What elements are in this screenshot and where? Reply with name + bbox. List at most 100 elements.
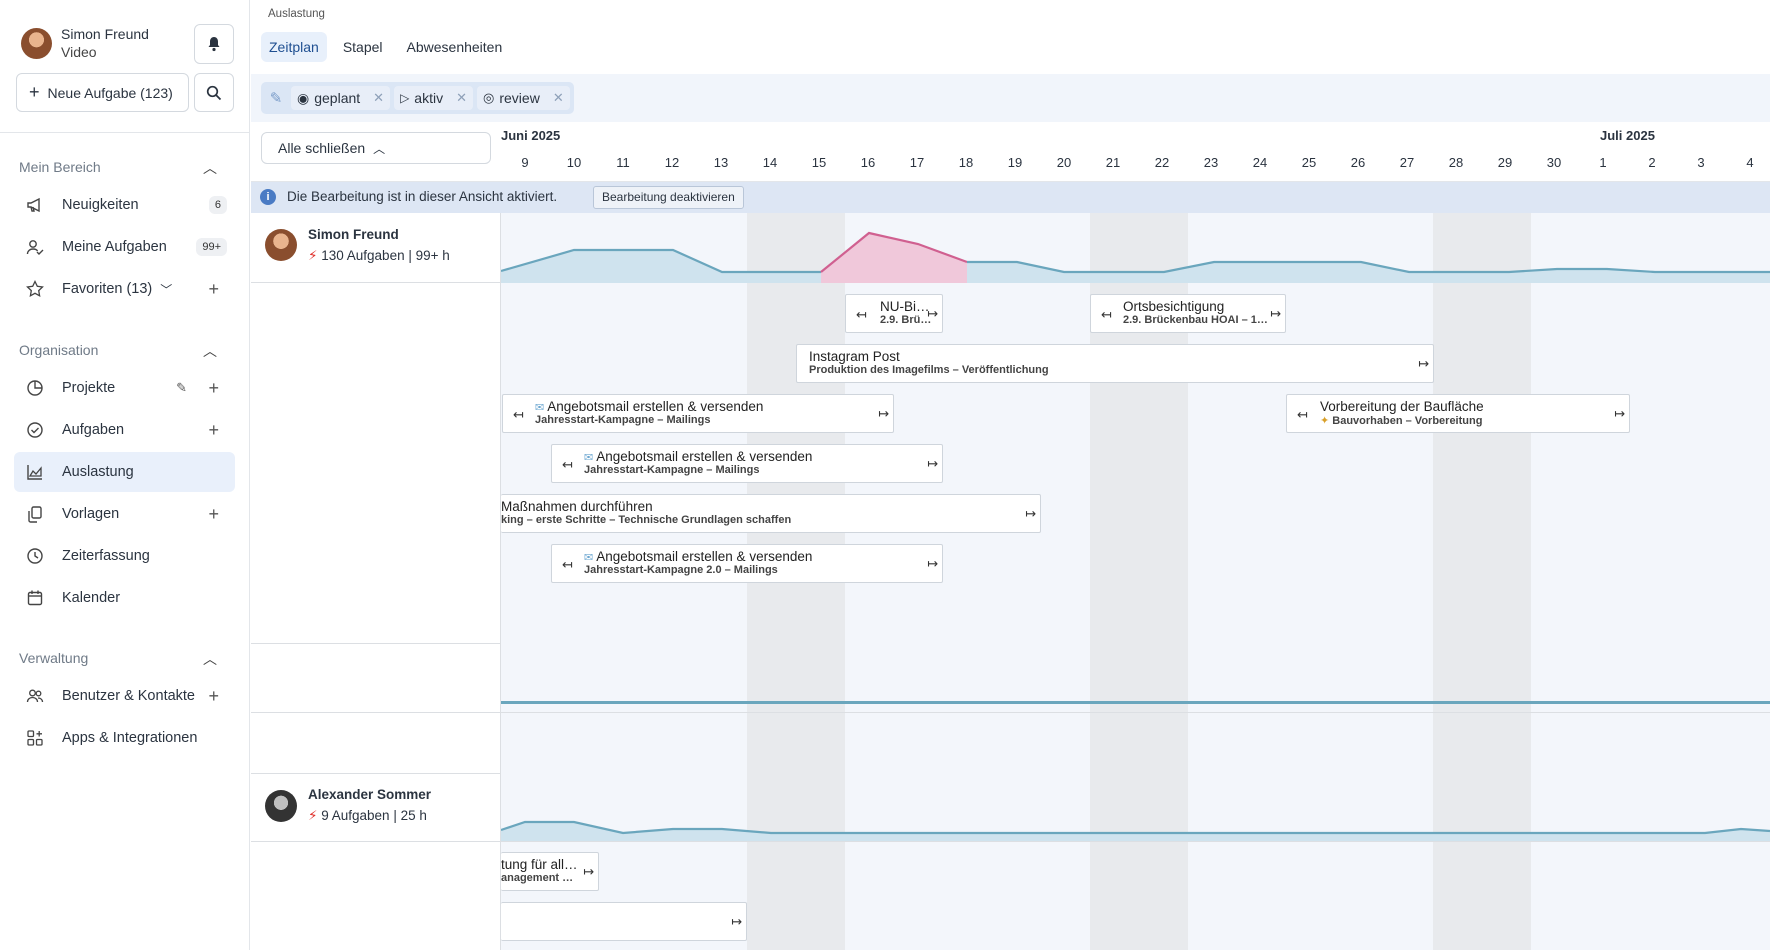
task-bar[interactable]: ↤ NU-Bi… 2.9. Brü… ↦	[845, 294, 943, 333]
person-avatar	[265, 790, 297, 822]
nav-aufgaben[interactable]: Aufgaben +	[14, 410, 235, 450]
chevron-up-icon[interactable]: ︿	[203, 341, 217, 361]
day-label: 13	[713, 155, 729, 170]
nav-benutzer-kontakte[interactable]: Benutzer & Kontakte +	[14, 676, 235, 716]
drag-right-handle-icon[interactable]: ↦	[731, 914, 742, 930]
nav-zeiterfassung[interactable]: Zeiterfassung	[14, 536, 235, 576]
user-role: Video	[61, 44, 97, 60]
row-divider	[251, 643, 501, 644]
add-user-plus-icon[interactable]: +	[208, 686, 219, 707]
drag-right-handle-icon[interactable]: ↦	[1025, 506, 1036, 522]
workload-line-empty	[501, 701, 1770, 704]
close-icon[interactable]: ✕	[373, 90, 384, 106]
month-label-june: Juni 2025	[501, 128, 561, 143]
user-avatar[interactable]	[21, 28, 52, 59]
day-label: 21	[1105, 155, 1121, 170]
star-icon	[24, 278, 46, 300]
person-name[interactable]: Alexander Sommer	[308, 787, 431, 802]
tab-abwesenheiten[interactable]: Abwesenheiten	[399, 32, 511, 62]
nav-meine-aufgaben[interactable]: Meine Aufgaben 99+	[14, 227, 235, 267]
notifications-button[interactable]	[194, 24, 234, 64]
nav-projekte[interactable]: Projekte ✎ +	[14, 368, 235, 408]
day-label: 9	[521, 155, 529, 170]
my-tasks-count-badge: 99+	[196, 238, 227, 256]
row-divider	[251, 773, 501, 774]
clock-icon	[24, 545, 46, 567]
nav-kalender[interactable]: Kalender	[14, 578, 235, 618]
task-bar[interactable]: ↦	[501, 902, 747, 941]
calendar-icon	[24, 587, 46, 609]
chevron-down-icon[interactable]: ﹀	[160, 281, 172, 298]
task-bar[interactable]: Instagram Post Produktion des Imagefilms…	[796, 344, 1434, 383]
task-bar[interactable]: ↤ Ortsbesichtigung 2.9. Brückenbau HOAI …	[1090, 294, 1286, 333]
drag-left-handle-icon[interactable]: ↤	[562, 457, 573, 473]
task-subtitle-text: Bauvorhaben – Vorbereitung	[1332, 415, 1483, 427]
task-subtitle: Jahresstart-Kampagne – Mailings	[584, 464, 760, 476]
filter-chip-aktiv[interactable]: ▷ aktiv ✕	[394, 86, 473, 110]
collapse-all-button[interactable]: Alle schließen ︿	[261, 132, 491, 164]
task-title: Instagram Post	[809, 349, 900, 364]
drag-left-handle-icon[interactable]: ↤	[513, 407, 524, 423]
nav-vorlagen[interactable]: Vorlagen +	[14, 494, 235, 534]
tab-zeitplan[interactable]: Zeitplan	[261, 32, 327, 62]
nav-label: Benutzer & Kontakte	[62, 688, 195, 704]
new-task-button[interactable]: + Neue Aufgabe (123)	[16, 73, 189, 112]
task-bar[interactable]: Maßnahmen durchführen king – erste Schri…	[501, 494, 1041, 533]
nav-label: Aufgaben	[62, 422, 125, 438]
nav-auslastung[interactable]: Auslastung	[14, 452, 235, 492]
task-subtitle: Jahresstart-Kampagne – Mailings	[535, 414, 711, 426]
magic-wand-icon[interactable]: ✎	[176, 380, 187, 396]
filter-chip-geplant[interactable]: ◉ geplant ✕	[291, 86, 391, 110]
add-task-plus-icon[interactable]: +	[208, 420, 219, 441]
nav-favoriten[interactable]: Favoriten (13) ﹀ +	[14, 269, 235, 309]
close-icon[interactable]: ✕	[456, 90, 467, 106]
drag-left-handle-icon[interactable]: ↤	[856, 307, 867, 323]
add-template-plus-icon[interactable]: +	[208, 504, 219, 525]
drag-right-handle-icon[interactable]: ↦	[1614, 406, 1625, 422]
task-title-text: Angebotsmail erstellen & versenden	[547, 399, 764, 414]
pie-chart-icon	[24, 377, 46, 399]
user-check-icon	[24, 236, 46, 258]
nav-apps-integrationen[interactable]: Apps & Integrationen	[14, 718, 235, 758]
drag-left-handle-icon[interactable]: ↤	[1101, 307, 1112, 323]
close-icon[interactable]: ✕	[553, 90, 564, 106]
drag-right-handle-icon[interactable]: ↦	[927, 306, 938, 322]
drag-right-handle-icon[interactable]: ↦	[927, 456, 938, 472]
drag-right-handle-icon[interactable]: ↦	[927, 556, 938, 572]
task-bar[interactable]: tung für all… anagement … ↦	[501, 852, 599, 891]
drag-left-handle-icon[interactable]: ↤	[562, 557, 573, 573]
eye-icon: ◎	[483, 90, 495, 105]
add-project-plus-icon[interactable]: +	[208, 378, 219, 399]
tab-stapel[interactable]: Stapel	[335, 32, 391, 62]
filter-chip-review[interactable]: ◎ review ✕	[477, 86, 570, 110]
plus-icon: +	[29, 82, 40, 102]
day-label: 3	[1697, 155, 1705, 170]
task-title: tung für all…	[501, 857, 578, 872]
bolt-icon: ⚡	[308, 808, 318, 823]
chevron-up-icon[interactable]: ︿	[203, 649, 217, 669]
chevron-up-icon[interactable]: ︿	[203, 158, 217, 178]
nav-neuigkeiten[interactable]: Neuigkeiten 6	[14, 185, 235, 225]
day-label: 16	[860, 155, 876, 170]
drag-left-handle-icon[interactable]: ↤	[1297, 407, 1308, 423]
person-name[interactable]: Simon Freund	[308, 227, 399, 242]
task-bar[interactable]: ↤ ✉ Angebotsmail erstellen & versenden J…	[551, 544, 943, 583]
search-button[interactable]	[194, 73, 234, 112]
task-title: ✉ Angebotsmail erstellen & versenden	[584, 549, 812, 564]
task-bar[interactable]: ↤ Vorbereitung der Baufläche ✦ Bauvorhab…	[1286, 394, 1630, 433]
task-title: Maßnahmen durchführen	[501, 499, 653, 514]
user-name: Simon Freund	[61, 26, 149, 42]
add-favorite-plus-icon[interactable]: +	[208, 279, 219, 300]
pencil-icon[interactable]: ✎	[265, 89, 287, 107]
drag-right-handle-icon[interactable]: ↦	[1270, 306, 1281, 322]
disable-edit-button[interactable]: Bearbeitung deaktivieren	[593, 186, 744, 209]
task-bar[interactable]: ↤ ✉ Angebotsmail erstellen & versenden J…	[551, 444, 943, 483]
collapse-all-label: Alle schließen	[278, 140, 366, 156]
drag-right-handle-icon[interactable]: ↦	[1418, 356, 1429, 372]
task-subtitle: king – erste Schritte – Technische Grund…	[501, 514, 792, 526]
drag-right-handle-icon[interactable]: ↦	[878, 406, 889, 422]
drag-right-handle-icon[interactable]: ↦	[583, 864, 594, 880]
divider	[0, 132, 250, 133]
task-bar[interactable]: ↤ ✉ Angebotsmail erstellen & versenden J…	[502, 394, 894, 433]
day-label: 10	[566, 155, 582, 170]
